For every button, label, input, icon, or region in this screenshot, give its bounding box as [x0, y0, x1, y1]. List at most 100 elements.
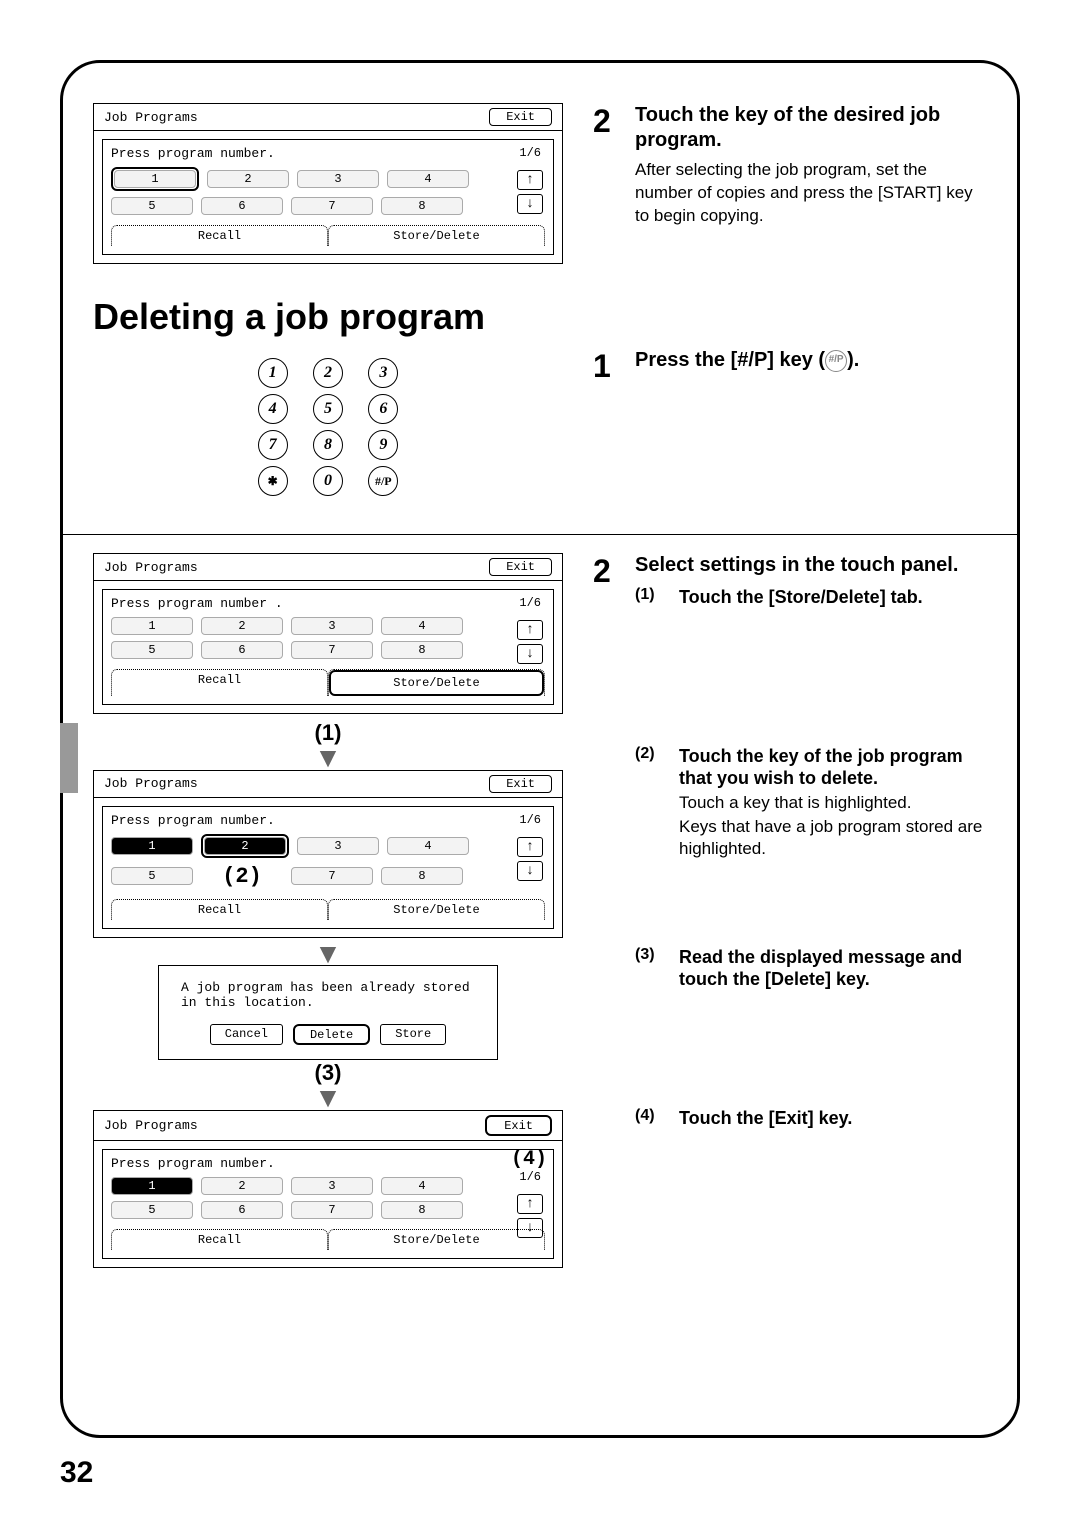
- touch-panel-exit: Job Programs Exit (4) Press program numb…: [93, 1110, 563, 1268]
- program-key-3[interactable]: 3: [291, 617, 373, 635]
- program-key-1[interactable]: 1: [111, 1177, 193, 1195]
- program-key-5[interactable]: 5: [111, 197, 193, 215]
- substep-number: (3): [635, 946, 669, 991]
- keypad-2[interactable]: 2: [313, 358, 343, 388]
- program-key-3[interactable]: 3: [297, 837, 379, 855]
- section-heading-delete: Deleting a job program: [93, 296, 987, 338]
- program-key-6[interactable]: 6: [201, 641, 283, 659]
- tab-recall[interactable]: Recall: [111, 225, 328, 246]
- scroll-down-icon[interactable]: ↓: [517, 644, 543, 664]
- substep-title: Touch the key of the job program that yo…: [679, 745, 987, 790]
- scroll-up-icon[interactable]: ↑: [517, 620, 543, 640]
- keypad-5[interactable]: 5: [313, 394, 343, 424]
- page-indicator: 1/6: [519, 146, 541, 160]
- keypad-4[interactable]: 4: [258, 394, 288, 424]
- keypad-0[interactable]: 0: [313, 466, 343, 496]
- step-title: Select settings in the touch panel.: [635, 553, 987, 578]
- program-key-1[interactable]: 1: [111, 837, 193, 855]
- keypad-8[interactable]: 8: [313, 430, 343, 460]
- panel-prompt: Press program number.: [111, 146, 545, 161]
- substep-title: Read the displayed message and touch the…: [679, 946, 987, 991]
- scroll-down-icon[interactable]: ↓: [517, 1218, 543, 1238]
- program-key-4[interactable]: 4: [387, 837, 469, 855]
- program-key-6[interactable]: 6: [201, 197, 283, 215]
- keypad-3[interactable]: 3: [368, 358, 398, 388]
- program-key-8[interactable]: 8: [381, 1201, 463, 1219]
- program-key-3[interactable]: 3: [291, 1177, 373, 1195]
- dialog-message-line1: A job program has been already stored: [181, 980, 475, 995]
- scroll-up-icon[interactable]: ↑: [517, 837, 543, 857]
- step-body: After selecting the job program, set the…: [635, 159, 987, 228]
- program-key-5[interactable]: 5: [111, 1201, 193, 1219]
- tab-store-delete[interactable]: Store/Delete: [328, 1229, 545, 1250]
- down-arrow-icon: ▼: [93, 944, 563, 964]
- program-key-5[interactable]: 5: [111, 867, 193, 885]
- scroll-up-icon[interactable]: ↑: [517, 170, 543, 190]
- tab-store-delete[interactable]: Store/Delete: [328, 225, 545, 246]
- program-key-3[interactable]: 3: [297, 170, 379, 188]
- program-key-1[interactable]: 1: [111, 617, 193, 635]
- program-key-7[interactable]: 7: [291, 867, 373, 885]
- exit-button[interactable]: Exit: [489, 108, 552, 126]
- tab-recall[interactable]: Recall: [111, 1229, 328, 1250]
- tab-recall[interactable]: Recall: [111, 669, 328, 696]
- page-indicator: 1/6: [519, 596, 541, 610]
- keypad-hashp[interactable]: #/P: [368, 466, 398, 496]
- scroll-down-icon[interactable]: ↓: [517, 194, 543, 214]
- scroll-down-icon[interactable]: ↓: [517, 861, 543, 881]
- down-arrow-icon: ▼: [93, 1088, 563, 1108]
- touch-panel-select-key: Job Programs Exit Press program number. …: [93, 770, 563, 938]
- tab-store-delete[interactable]: Store/Delete: [328, 899, 545, 920]
- program-key-1[interactable]: 1: [114, 170, 196, 188]
- substep-title: Touch the [Exit] key.: [679, 1107, 852, 1130]
- exit-button[interactable]: Exit: [489, 558, 552, 576]
- exit-button[interactable]: Exit: [488, 1118, 549, 1134]
- page-number: 32: [60, 1456, 93, 1490]
- program-key-4[interactable]: 4: [387, 170, 469, 188]
- callout-4: (4): [511, 1148, 547, 1171]
- program-key-8[interactable]: 8: [381, 641, 463, 659]
- program-key-2[interactable]: 2: [201, 617, 283, 635]
- panel-prompt: Press program number.: [111, 813, 545, 828]
- step-title: Touch the key of the desired job program…: [635, 103, 987, 153]
- program-key-7[interactable]: 7: [291, 1201, 373, 1219]
- program-key-2[interactable]: 2: [207, 170, 289, 188]
- program-key-7[interactable]: 7: [291, 641, 373, 659]
- dialog-message-line2: in this location.: [181, 995, 475, 1010]
- program-key-6[interactable]: 6: [201, 1201, 283, 1219]
- keypad-6[interactable]: 6: [368, 394, 398, 424]
- program-key-4[interactable]: 4: [381, 617, 463, 635]
- store-button[interactable]: Store: [380, 1024, 446, 1045]
- program-key-8[interactable]: 8: [381, 197, 463, 215]
- exit-button[interactable]: Exit: [489, 775, 552, 793]
- down-arrow-icon: ▼: [93, 748, 563, 768]
- keypad-9[interactable]: 9: [368, 430, 398, 460]
- page-indicator: 1/6: [519, 1170, 541, 1184]
- program-key-2[interactable]: 2: [204, 837, 286, 855]
- panel-prompt: Press program number .: [111, 596, 545, 611]
- scroll-up-icon[interactable]: ↑: [517, 1194, 543, 1214]
- cancel-button[interactable]: Cancel: [210, 1024, 283, 1045]
- keypad-1[interactable]: 1: [258, 358, 288, 388]
- program-key-7[interactable]: 7: [291, 197, 373, 215]
- substep-body-line2: Keys that have a job program stored are …: [679, 816, 987, 860]
- touch-panel-recall: Job Programs Exit Press program number. …: [93, 103, 563, 264]
- step-title-prefix: Press the [#/P] key (: [635, 349, 825, 371]
- program-key-8[interactable]: 8: [381, 867, 463, 885]
- numeric-keypad: 1 2 3 4 5 6 7 8 9 ✱ 0 #/P: [248, 358, 408, 496]
- hashp-icon: #/P: [825, 350, 847, 372]
- page-indicator: 1/6: [519, 813, 541, 827]
- panel-title: Job Programs: [104, 776, 198, 791]
- substep-body-line1: Touch a key that is highlighted.: [679, 792, 987, 814]
- substep-number: (1): [635, 586, 669, 609]
- confirm-dialog: A job program has been already stored in…: [158, 965, 498, 1060]
- delete-button[interactable]: Delete: [296, 1026, 367, 1044]
- program-key-4[interactable]: 4: [381, 1177, 463, 1195]
- tab-store-delete[interactable]: Store/Delete: [332, 673, 541, 693]
- tab-recall[interactable]: Recall: [111, 899, 328, 920]
- keypad-star[interactable]: ✱: [258, 466, 288, 496]
- keypad-7[interactable]: 7: [258, 430, 288, 460]
- program-key-5[interactable]: 5: [111, 641, 193, 659]
- step-number: 1: [593, 348, 623, 385]
- program-key-2[interactable]: 2: [201, 1177, 283, 1195]
